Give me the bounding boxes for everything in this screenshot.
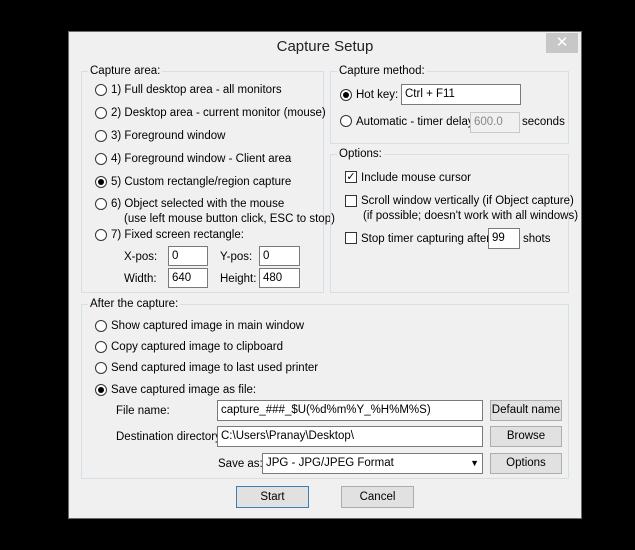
default-name-button[interactable]: Default name bbox=[490, 400, 562, 421]
after-option-4[interactable]: Save captured image as file: bbox=[111, 383, 256, 397]
capture-method-label: Capture method: bbox=[337, 65, 427, 77]
scroll-window-checkbox[interactable] bbox=[345, 195, 357, 207]
height-input[interactable]: 480 bbox=[259, 268, 300, 288]
capture-area-radio-3[interactable] bbox=[95, 130, 107, 142]
after-option-1[interactable]: Show captured image in main window bbox=[111, 319, 304, 333]
start-button[interactable]: Start bbox=[236, 486, 309, 508]
save-as-value: JPG - JPG/JPEG Format bbox=[266, 457, 394, 469]
capture-area-option-1[interactable]: 1) Full desktop area - all monitors bbox=[111, 83, 282, 97]
height-label: Height: bbox=[220, 273, 257, 285]
capture-area-radio-5[interactable] bbox=[95, 176, 107, 188]
hotkey-input[interactable]: Ctrl + F11 bbox=[401, 84, 521, 105]
xpos-label: X-pos: bbox=[124, 251, 158, 263]
after-radio-4[interactable] bbox=[95, 384, 107, 396]
filename-label: File name: bbox=[116, 405, 170, 417]
seconds-label: seconds bbox=[522, 116, 565, 128]
options-button[interactable]: Options bbox=[490, 453, 562, 474]
capture-area-option-4[interactable]: 4) Foreground window - Client area bbox=[111, 152, 291, 166]
after-radio-1[interactable] bbox=[95, 320, 107, 332]
after-radio-2[interactable] bbox=[95, 341, 107, 353]
capture-area-option-7[interactable]: 7) Fixed screen rectangle: bbox=[111, 228, 244, 242]
after-option-3[interactable]: Send captured image to last used printer bbox=[111, 361, 318, 375]
destination-label: Destination directory: bbox=[116, 431, 225, 443]
after-capture-group: After the capture: Show captured image i… bbox=[81, 298, 569, 479]
options-group: Options: ✓ Include mouse cursor Scroll w… bbox=[330, 148, 578, 293]
filename-input[interactable]: capture_###_$U(%d%m%Y_%H%M%S) bbox=[217, 400, 483, 421]
xpos-input[interactable]: 0 bbox=[168, 246, 208, 266]
capture-area-option-3[interactable]: 3) Foreground window bbox=[111, 129, 225, 143]
hotkey-radio[interactable] bbox=[340, 89, 352, 101]
after-radio-3[interactable] bbox=[95, 362, 107, 374]
save-as-label: Save as: bbox=[218, 458, 263, 470]
width-label: Width: bbox=[124, 273, 157, 285]
save-as-select[interactable]: JPG - JPG/JPEG Format ▼ bbox=[262, 453, 483, 474]
capture-area-radio-4[interactable] bbox=[95, 153, 107, 165]
after-capture-label: After the capture: bbox=[88, 298, 181, 310]
capture-setup-window: Capture Setup ✕ Capture area: 1) Full de… bbox=[68, 31, 582, 519]
timer-delay-input: 600.0 bbox=[470, 112, 520, 133]
title-bar: Capture Setup ✕ bbox=[69, 32, 581, 62]
chevron-down-icon: ▼ bbox=[470, 458, 479, 468]
width-input[interactable]: 640 bbox=[168, 268, 208, 288]
capture-area-radio-7[interactable] bbox=[95, 229, 107, 241]
automatic-radio[interactable] bbox=[340, 115, 352, 127]
capture-area-group: Capture area: 1) Full desktop area - all… bbox=[81, 65, 335, 293]
include-cursor-checkbox[interactable]: ✓ bbox=[345, 171, 357, 183]
stop-timer-label[interactable]: Stop timer capturing after: bbox=[361, 232, 493, 246]
capture-area-option-6[interactable]: 6) Object selected with the mouse bbox=[111, 197, 284, 211]
capture-area-label: Capture area: bbox=[88, 65, 163, 77]
scroll-window-note: (if possible; doesn't work with all wind… bbox=[363, 210, 579, 222]
scroll-window-label[interactable]: Scroll window vertically (if Object capt… bbox=[361, 194, 574, 208]
capture-area-option-6-note: (use left mouse button click, ESC to sto… bbox=[124, 213, 335, 225]
capture-method-group: Capture method: Hot key: Ctrl + F11 Auto… bbox=[330, 65, 569, 144]
capture-area-option-2[interactable]: 2) Desktop area - current monitor (mouse… bbox=[111, 106, 326, 120]
include-cursor-label[interactable]: Include mouse cursor bbox=[361, 171, 471, 185]
capture-area-radio-2[interactable] bbox=[95, 107, 107, 119]
shots-label: shots bbox=[523, 233, 551, 245]
capture-area-radio-1[interactable] bbox=[95, 84, 107, 96]
options-label: Options: bbox=[337, 148, 384, 160]
window-title: Capture Setup bbox=[276, 38, 374, 55]
capture-area-radio-6[interactable] bbox=[95, 198, 107, 210]
ypos-label: Y-pos: bbox=[220, 251, 253, 263]
browse-button[interactable]: Browse bbox=[490, 426, 562, 447]
stop-timer-checkbox[interactable] bbox=[345, 232, 357, 244]
destination-input[interactable]: C:\Users\Pranay\Desktop\ bbox=[217, 426, 483, 447]
cancel-button[interactable]: Cancel bbox=[341, 486, 414, 508]
stop-timer-input[interactable]: 99 bbox=[488, 228, 520, 249]
automatic-label[interactable]: Automatic - timer delay: bbox=[356, 115, 477, 129]
hotkey-label[interactable]: Hot key: bbox=[356, 88, 398, 102]
after-option-2[interactable]: Copy captured image to clipboard bbox=[111, 340, 283, 354]
close-button[interactable]: ✕ bbox=[546, 33, 578, 53]
capture-area-option-5[interactable]: 5) Custom rectangle/region capture bbox=[111, 175, 291, 189]
ypos-input[interactable]: 0 bbox=[259, 246, 300, 266]
